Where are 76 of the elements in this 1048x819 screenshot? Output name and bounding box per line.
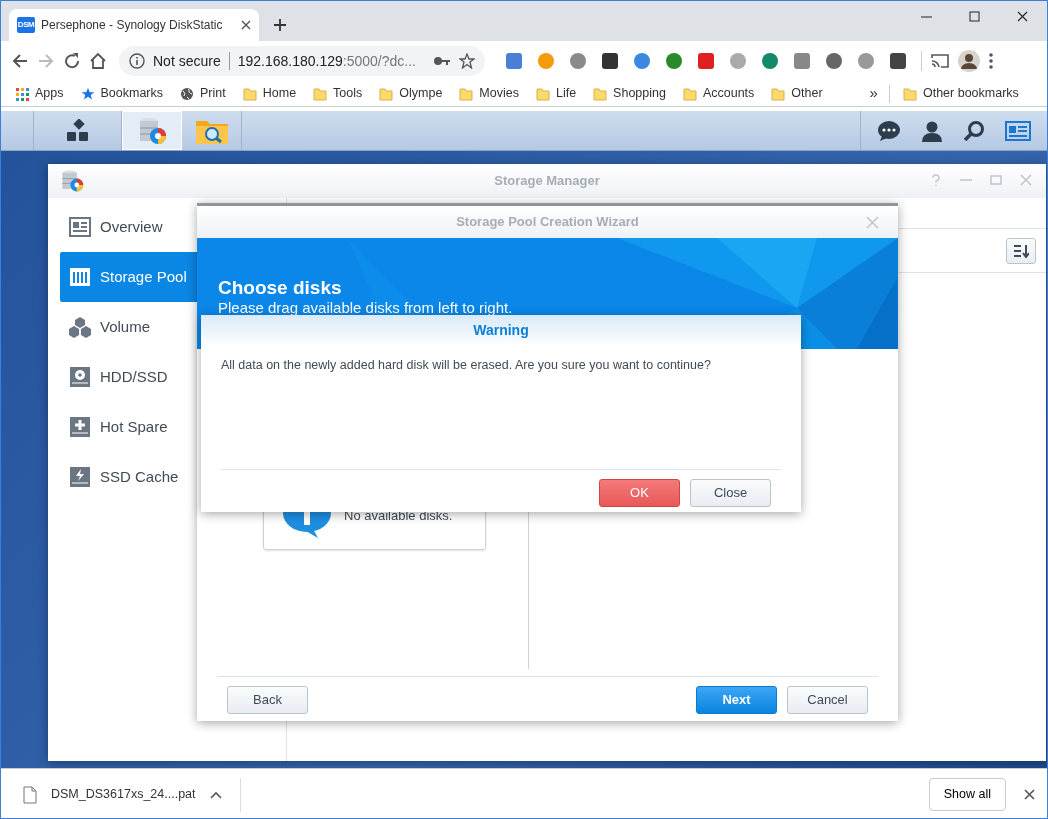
overflow-button[interactable]: » [869, 82, 878, 105]
overview-icon [69, 216, 91, 238]
plus-icon [69, 416, 91, 438]
close-icon[interactable] [1024, 789, 1035, 800]
folder-icon [902, 86, 917, 101]
main-menu-icon [65, 118, 90, 143]
folder-icon [535, 86, 550, 101]
wizard-button[interactable]: Back [227, 686, 308, 714]
folder-icon [242, 86, 257, 101]
menu-icon[interactable] [988, 53, 994, 69]
security-label: Not secure [153, 51, 221, 71]
folder-icon [379, 86, 394, 101]
info-icon [129, 53, 145, 69]
sidebar-item[interactable]: SSD Cache [60, 452, 287, 502]
close-icon[interactable] [241, 20, 251, 30]
dialog-title: Warning [473, 321, 529, 340]
chat-icon[interactable] [877, 119, 901, 142]
bookmark[interactable]: Tools [313, 84, 363, 103]
search-icon[interactable] [963, 119, 985, 142]
sort-icon [1013, 243, 1029, 258]
chevron-icon[interactable] [209, 790, 222, 799]
lightning-icon [69, 466, 91, 488]
download-file-name[interactable]: DSM_DS3617xs_24....pat [51, 785, 196, 804]
globe-icon [180, 86, 195, 101]
back-icon[interactable] [11, 52, 29, 70]
window-title: Storage Pool Creation Wizard [456, 213, 639, 232]
folder-icon [459, 86, 474, 101]
storage-manager-icon [137, 115, 167, 146]
home-icon[interactable] [89, 52, 107, 70]
volume-icon [69, 316, 91, 338]
bookmark[interactable]: Shopping [593, 84, 666, 103]
bookmark[interactable]: Life [535, 84, 577, 103]
user-icon[interactable] [921, 119, 943, 142]
folder-icon [313, 86, 328, 101]
id-card-icon[interactable] [1005, 120, 1031, 141]
file-icon [23, 785, 37, 804]
maximize-icon[interactable] [969, 11, 980, 22]
bookmark[interactable]: Print [180, 84, 226, 103]
bookmark[interactable]: Bookmarks [80, 84, 164, 103]
sidebar-item[interactable]: Overview [60, 202, 287, 252]
star-icon [80, 86, 95, 101]
show-all-button[interactable]: Show all [928, 778, 1006, 811]
star-icon[interactable] [459, 53, 475, 69]
bookmark[interactable]: Olympe [379, 84, 443, 103]
url-text: 192.168.180.129:5000/?dc... [237, 51, 417, 71]
storage-pool-icon [69, 266, 91, 288]
storage-manager-icon [60, 169, 84, 193]
favicon: DSM [17, 17, 35, 33]
folder-icon [771, 86, 786, 101]
cast-icon[interactable] [930, 53, 950, 69]
dialog-message: All data on the newly added hard disk will be erased. Are you sure you want to continue? [221, 357, 712, 374]
dialog-button[interactable]: Close [690, 478, 771, 507]
bookmark[interactable]: Apps [15, 84, 64, 103]
tab-title: Persephone - Synology DiskStatic [41, 17, 224, 34]
bookmark[interactable]: Movies [459, 84, 519, 103]
close-icon[interactable] [1017, 11, 1028, 22]
sort-button[interactable] [1006, 237, 1036, 264]
bookmark[interactable]: Other bookmarks [902, 84, 1019, 103]
browser-tab[interactable]: DSM Persephone - Synology DiskStatic [9, 9, 259, 41]
window-title: Storage Manager [494, 172, 600, 191]
apps-icon [15, 86, 29, 101]
avatar-icon[interactable] [958, 50, 980, 72]
folder-icon [682, 86, 697, 101]
bookmark[interactable]: Other [771, 84, 823, 103]
extension-icon[interactable] [601, 52, 619, 70]
extension-icon[interactable] [889, 52, 907, 70]
key-icon [433, 55, 451, 67]
bookmark[interactable]: Accounts [682, 84, 755, 103]
bookmark[interactable]: Home [242, 84, 297, 103]
new-tab-icon[interactable] [273, 18, 287, 32]
address-bar[interactable]: Not secure 192.168.180.129:5000/?dc... [119, 46, 485, 76]
folder-icon [593, 86, 608, 101]
wizard-button[interactable]: Cancel [787, 686, 868, 714]
sidebar-item[interactable]: Hot Spare [60, 402, 287, 452]
extension-icon[interactable] [825, 52, 843, 70]
reload-icon[interactable] [63, 52, 81, 70]
